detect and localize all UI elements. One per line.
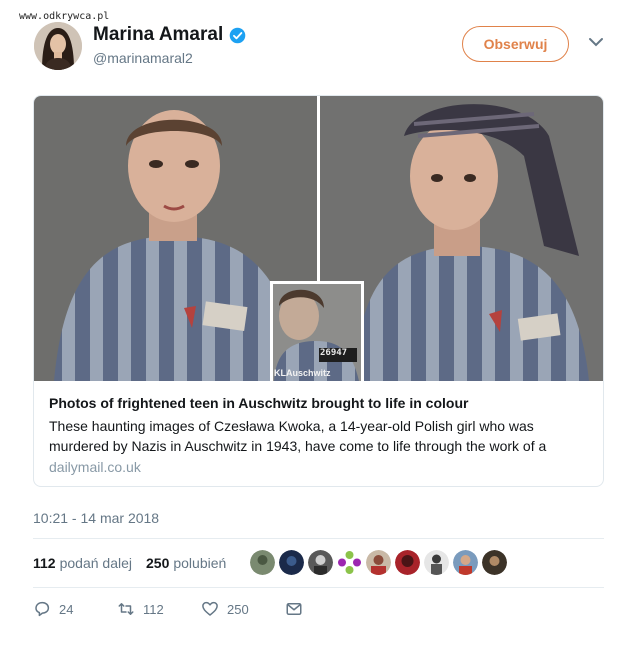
retweets-stat[interactable]: 112 podań dalej: [33, 555, 132, 571]
liker-avatar[interactable]: [308, 550, 333, 575]
verified-badge-icon: [229, 27, 246, 43]
direct-message-button[interactable]: [285, 600, 303, 618]
retweet-count: 112: [143, 601, 164, 617]
retweet-button[interactable]: 112: [117, 600, 201, 618]
like-count: 250: [227, 601, 249, 617]
liker-avatar[interactable]: [366, 550, 391, 575]
liker-avatar[interactable]: [482, 550, 507, 575]
tweet-timestamp[interactable]: 10:21 - 14 mar 2018: [33, 510, 159, 526]
tweet-actions: 24 112 250: [33, 600, 303, 618]
follow-button[interactable]: Obserwuj: [462, 26, 569, 62]
inset-caption: KLAuschwitz: [274, 368, 331, 378]
retweet-icon: [118, 603, 134, 615]
reply-icon: [35, 601, 50, 617]
liker-avatar[interactable]: [337, 550, 362, 575]
card-domain: dailymail.co.uk: [49, 459, 141, 475]
like-button[interactable]: 250: [201, 600, 285, 618]
liker-avatar[interactable]: [424, 550, 449, 575]
card-description: These haunting images of Czesława Kwoka,…: [49, 418, 547, 454]
inset-number: 26947: [320, 348, 348, 358]
card-title: Photos of frightened teen in Auschwitz b…: [49, 395, 469, 411]
reply-button[interactable]: 24: [33, 600, 117, 618]
likers-avatars: [250, 550, 507, 575]
liker-avatar[interactable]: [453, 550, 478, 575]
link-card[interactable]: 26947 KLAuschwitz Photos of frightened t…: [33, 95, 604, 487]
reply-count: 24: [59, 601, 74, 617]
author-handle[interactable]: @marinamaral2: [93, 50, 193, 66]
chevron-down-icon[interactable]: [587, 36, 605, 48]
retweets-count: 112: [33, 555, 56, 571]
liker-avatar[interactable]: [279, 550, 304, 575]
author-name[interactable]: Marina Amaral: [93, 24, 246, 46]
engagement-stats: 112 podań dalej 250 polubień: [33, 555, 226, 571]
likes-label: polubień: [173, 555, 227, 571]
heart-icon: [202, 601, 218, 616]
envelope-icon: [286, 603, 302, 615]
avatar[interactable]: [34, 22, 82, 70]
watermark: www.odkrywca.pl: [19, 11, 110, 22]
liker-avatar[interactable]: [250, 550, 275, 575]
retweets-label: podań dalej: [59, 555, 132, 571]
liker-avatar[interactable]: [395, 550, 420, 575]
divider: [33, 538, 604, 539]
likes-count: 250: [146, 555, 170, 571]
likes-stat[interactable]: 250 polubień: [146, 555, 226, 571]
divider: [33, 587, 604, 588]
author-name-text: Marina Amaral: [93, 24, 224, 45]
card-image: [34, 96, 603, 381]
